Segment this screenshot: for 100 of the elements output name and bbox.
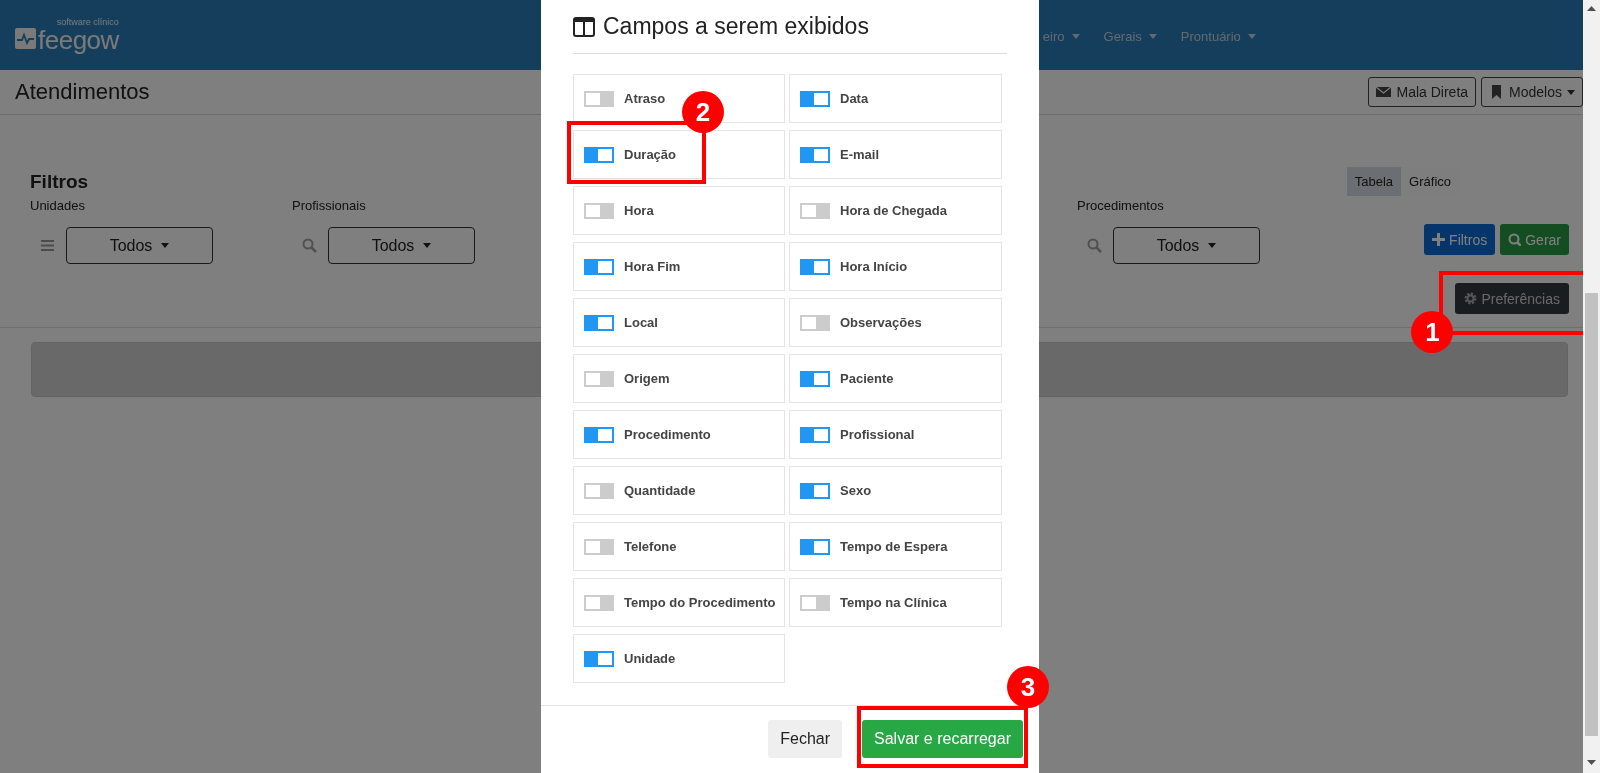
field-option[interactable]: Tempo na Clínica — [789, 578, 1002, 627]
field-label: Tempo do Procedimento — [624, 595, 776, 610]
field-option[interactable]: Local — [573, 298, 785, 347]
field-label: Procedimento — [624, 427, 711, 442]
step-badge: 2 — [682, 91, 724, 133]
field-option[interactable]: Hora Início — [789, 242, 1002, 291]
toggle-switch[interactable] — [584, 538, 614, 555]
toggle-switch[interactable] — [800, 370, 830, 387]
header-button[interactable]: Mala Direta — [1368, 77, 1477, 107]
toggle-switch[interactable] — [584, 146, 614, 163]
field-label: Telefone — [624, 539, 677, 554]
field-option[interactable]: Tempo de Espera — [789, 522, 1002, 571]
filter-label: Profissionais — [292, 198, 366, 213]
field-option[interactable]: Data — [789, 74, 1002, 123]
field-label: Hora — [624, 203, 654, 218]
field-option[interactable]: Hora — [573, 186, 785, 235]
section-title: Filtros — [30, 171, 90, 193]
toggle-switch[interactable] — [584, 90, 614, 107]
toggle-switch[interactable] — [800, 146, 830, 163]
header-button[interactable]: Modelos — [1481, 77, 1583, 107]
field-option[interactable]: Hora Fim — [573, 242, 785, 291]
toggle-switch[interactable] — [800, 482, 830, 499]
search-icon — [1508, 233, 1522, 246]
logo-icon — [15, 27, 36, 49]
field-label: Data — [840, 91, 869, 106]
field-label: Tempo de Espera — [840, 539, 948, 554]
field-option[interactable]: Hora de Chegada — [789, 186, 1002, 235]
toggle-switch[interactable] — [584, 202, 614, 219]
caret-icon — [1148, 33, 1157, 39]
caret-icon — [1247, 33, 1256, 39]
page-title: Atendimentos — [15, 79, 150, 105]
plus-icon — [1432, 233, 1446, 246]
filter-dropdown[interactable]: Todos — [328, 227, 475, 264]
toggle-switch[interactable] — [584, 650, 614, 667]
field-option[interactable]: Sexo — [789, 466, 1002, 515]
scroll-up-icon — [1587, 6, 1596, 11]
field-label: Local — [624, 315, 658, 330]
toggle-switch[interactable] — [584, 482, 614, 499]
field-option[interactable]: Unidade — [573, 634, 785, 683]
columns-icon — [573, 16, 595, 37]
field-label: Paciente — [840, 371, 894, 386]
scroll-down-icon — [1587, 760, 1596, 765]
field-option[interactable]: Observações — [789, 298, 1002, 347]
field-label: Quantidade — [624, 483, 696, 498]
scrollbar[interactable] — [1583, 0, 1600, 773]
logo-name: feegow — [38, 26, 119, 53]
caret-icon — [1567, 89, 1575, 95]
field-option[interactable]: E-mail — [789, 130, 1002, 179]
logo-tagline: software clínico — [56, 17, 119, 27]
toggle-switch[interactable] — [800, 538, 830, 555]
toggle-switch[interactable] — [800, 202, 830, 219]
field-label: Atraso — [624, 91, 666, 106]
list-icon — [40, 238, 55, 253]
toggle-switch[interactable] — [584, 258, 614, 275]
field-label: Tempo na Clínica — [840, 595, 947, 610]
gear-icon — [1464, 292, 1478, 305]
caret-icon — [423, 243, 432, 248]
toggle-switch[interactable] — [800, 314, 830, 331]
search-icon — [1087, 238, 1102, 253]
modal-title: Campos a serem exibidos — [603, 13, 869, 40]
view-tab[interactable]: Tabela — [1346, 167, 1402, 196]
envelope-icon — [1376, 85, 1392, 99]
caret-icon — [161, 243, 170, 248]
field-option[interactable]: Telefone — [573, 522, 785, 571]
toggle-switch[interactable] — [584, 370, 614, 387]
field-label: Observações — [840, 315, 922, 330]
filter-dropdown[interactable]: Todos — [66, 227, 213, 264]
toggle-switch[interactable] — [800, 258, 830, 275]
field-label: Duração — [624, 147, 677, 162]
field-option[interactable]: Origem — [573, 354, 785, 403]
step-badge: 1 — [1411, 311, 1454, 353]
filter-dropdown[interactable]: Todos — [1113, 227, 1260, 264]
toggle-switch[interactable] — [800, 90, 830, 107]
field-option[interactable]: Profissional — [789, 410, 1002, 459]
field-label: Origem — [624, 371, 670, 386]
field-label: Hora Fim — [624, 259, 681, 274]
toggle-switch[interactable] — [584, 314, 614, 331]
filter-label: Unidades — [30, 198, 85, 213]
search-icon — [302, 238, 317, 253]
field-option[interactable]: Procedimento — [573, 410, 785, 459]
field-label: Unidade — [624, 651, 676, 666]
field-label: Profissional — [840, 427, 915, 442]
caret-icon — [1208, 243, 1217, 248]
field-label: Hora de Chegada — [840, 203, 947, 218]
field-label: Sexo — [840, 483, 872, 498]
field-option[interactable]: Quantidade — [573, 466, 785, 515]
step-badge: 3 — [1007, 666, 1049, 708]
field-label: E-mail — [840, 147, 879, 162]
field-label: Hora Início — [840, 259, 908, 274]
toggle-switch[interactable] — [584, 594, 614, 611]
toggle-switch[interactable] — [800, 426, 830, 443]
field-option[interactable]: Tempo do Procedimento — [573, 578, 785, 627]
scrollbar-thumb[interactable] — [1585, 293, 1598, 736]
close-button[interactable]: Fechar — [768, 720, 843, 758]
toggle-switch[interactable] — [584, 426, 614, 443]
caret-icon — [1071, 33, 1080, 39]
toggle-switch[interactable] — [800, 594, 830, 611]
filter-label: Procedimentos — [1077, 198, 1164, 213]
field-option[interactable]: Duração — [573, 130, 785, 179]
field-option[interactable]: Paciente — [789, 354, 1002, 403]
